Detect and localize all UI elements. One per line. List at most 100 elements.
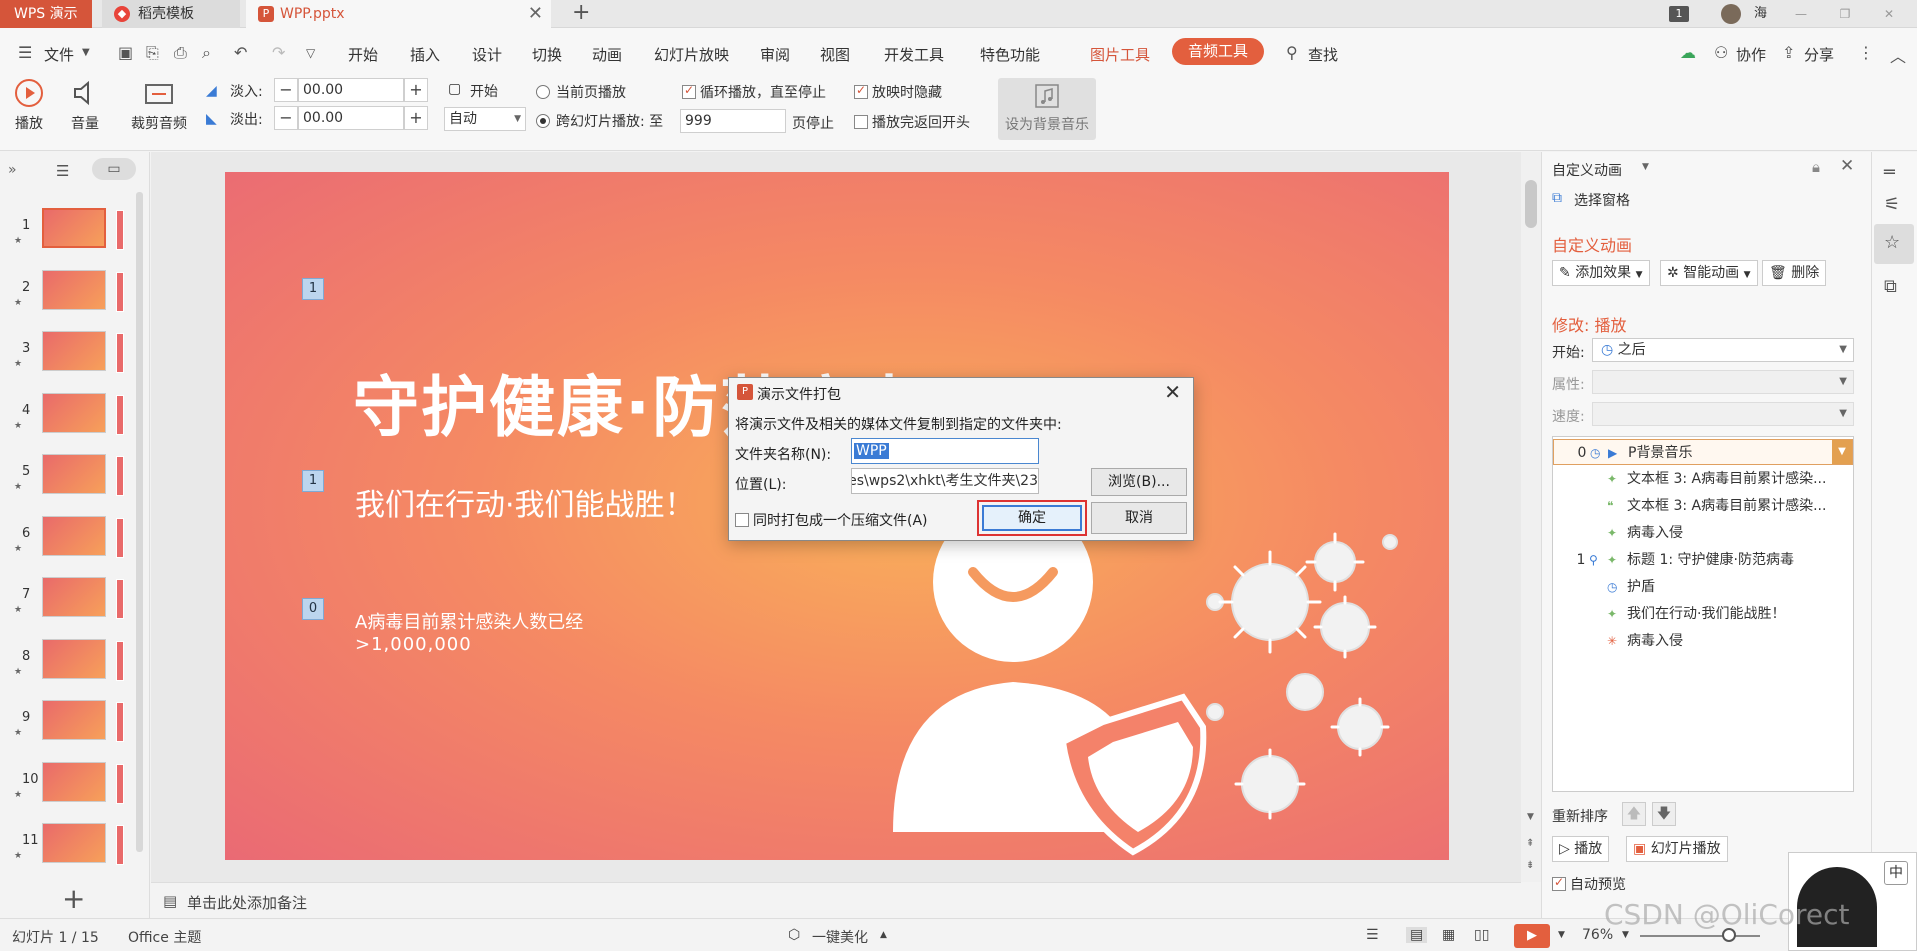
stop-page-input[interactable]: 999	[680, 109, 786, 133]
slide-thumbnail[interactable]	[42, 638, 106, 679]
slide-thumbnail-row[interactable]: 5 ★	[0, 448, 150, 508]
animation-list-item[interactable]: ❝ 文本框 3: A病毒目前累计感染...	[1553, 493, 1853, 519]
slide-thumbnail-row[interactable]: 6 ★	[0, 510, 150, 570]
notes-area[interactable]: ▤ 单击此处添加备注	[151, 882, 1521, 918]
pane-header-title[interactable]: 自定义动画	[1552, 160, 1622, 180]
loop-until-stopped-checkbox[interactable]: 循环播放，直至停止	[682, 82, 826, 102]
normal-view-icon[interactable]: ▤	[1406, 927, 1428, 943]
animation-order-tag[interactable]: 1	[302, 470, 324, 492]
share-button[interactable]: 分享	[1804, 44, 1834, 65]
thumbnail-scrollbar[interactable]	[136, 192, 143, 852]
fade-in-increment[interactable]: +	[404, 78, 428, 102]
minimize-icon[interactable]: —	[1781, 0, 1821, 28]
slide-thumbnail[interactable]	[42, 208, 106, 248]
fade-out-decrement[interactable]: −	[274, 106, 298, 130]
add-slide-icon[interactable]: +	[62, 882, 85, 915]
animation-list-item[interactable]: ✦ 文本框 3: A病毒目前累计感染...	[1553, 466, 1853, 492]
expand-panel-icon[interactable]: »	[8, 162, 17, 178]
zoom-slider[interactable]	[1640, 935, 1760, 937]
menu-transitions[interactable]: 切换	[532, 44, 562, 65]
slideshow-button[interactable]: ▣ 幻灯片播放	[1626, 836, 1728, 862]
menu-picture-tools[interactable]: 图片工具	[1090, 44, 1150, 65]
print-preview-icon[interactable]: ⌕	[202, 43, 211, 63]
play-across-slides-radio[interactable]: 跨幻灯片播放: 至	[536, 111, 663, 131]
hamburger-menu-icon[interactable]: ☰	[18, 43, 32, 62]
cancel-button[interactable]: 取消	[1091, 502, 1187, 534]
animation-list-item[interactable]: 0 ◷ ▶ P背景音乐 ▼	[1553, 439, 1853, 465]
close-tab-icon[interactable]: ✕	[528, 0, 543, 28]
close-window-icon[interactable]: ✕	[1869, 0, 1909, 28]
auto-preview-checkbox[interactable]: 自动预览	[1552, 874, 1626, 894]
undo-icon[interactable]: ↶	[234, 43, 247, 62]
maximize-icon[interactable]: ❐	[1825, 0, 1865, 28]
outline-view-icon[interactable]: ☰	[56, 162, 69, 180]
menu-audio-tools[interactable]: 音频工具	[1172, 38, 1264, 65]
animation-list-item[interactable]: ✦ 病毒入侵	[1553, 520, 1853, 546]
menu-file[interactable]: 文件	[44, 44, 74, 65]
slide-sorter-icon[interactable]: ▦	[1442, 927, 1455, 943]
slide-thumbnail-row[interactable]: 9 ★	[0, 694, 150, 754]
new-tab-icon[interactable]: +	[572, 0, 590, 28]
tab-document[interactable]: P WPP.pptx ✕	[246, 0, 551, 28]
menu-view[interactable]: 视图	[820, 44, 850, 65]
slide-thumbnail-row[interactable]: 2 ★	[0, 264, 150, 324]
zip-option-checkbox[interactable]: 同时打包成一个压缩文件(A)	[735, 510, 928, 530]
slide-thumbnail[interactable]	[42, 269, 106, 310]
export-icon[interactable]: ⎘	[146, 43, 159, 63]
slide-thumbnail-row[interactable]: 10 ★	[0, 756, 150, 816]
transition-icon[interactable]: ⧉	[1884, 276, 1897, 297]
user-name[interactable]: 海	[1754, 0, 1767, 28]
close-pane-icon[interactable]: ✕	[1840, 156, 1854, 176]
next-slide-icon[interactable]: ⇟	[1526, 860, 1534, 871]
move-down-icon[interactable]: 🡇	[1652, 802, 1676, 826]
chevron-down-icon[interactable]: ▼	[82, 47, 90, 58]
set-background-music-button[interactable]: 设为背景音乐	[998, 78, 1096, 140]
canvas-vertical-scrollbar[interactable]: ▼ ⇞ ⇟	[1521, 152, 1541, 882]
slide-thumbnail-row[interactable]: 3 ★	[0, 325, 150, 385]
tab-template[interactable]: ◆ 稻壳模板	[102, 0, 240, 28]
slide-thumbnail-row[interactable]: 11 ★	[0, 817, 150, 877]
animation-list-item[interactable]: 1 ⚲ ✦ 标题 1: 守护健康·防范病毒	[1553, 547, 1853, 573]
trim-audio-button[interactable]: 裁剪音频	[126, 77, 192, 133]
slide-thumbnail[interactable]	[42, 392, 106, 433]
redo-icon[interactable]: ↷	[272, 43, 285, 62]
chevron-up-icon[interactable]: ▲	[880, 930, 887, 940]
add-effect-button[interactable]: ✎ 添加效果 ▼	[1552, 260, 1650, 286]
menu-special-features[interactable]: 特色功能	[980, 44, 1040, 65]
slide-thumbnail[interactable]	[42, 700, 106, 740]
animation-list[interactable]: 0 ◷ ▶ P背景音乐 ▼ ✦ 文本框 3: A病毒目前累计感染... ❝ 文本框 3: A病毒…	[1552, 436, 1854, 792]
slide-thumbnail-row[interactable]: 8 ★	[0, 633, 150, 693]
folder-name-input[interactable]: WPP	[851, 438, 1039, 464]
notes-placeholder[interactable]: 单击此处添加备注	[187, 892, 307, 913]
tab-wps-presentation[interactable]: WPS 演示	[0, 0, 92, 28]
search-button[interactable]: 查找	[1308, 44, 1338, 65]
window-count-badge[interactable]: 1	[1669, 6, 1689, 22]
beautify-button[interactable]: 一键美化	[812, 927, 868, 947]
animation-order-tag[interactable]: 0	[302, 598, 324, 620]
animation-star-icon[interactable]: ☆	[1884, 232, 1900, 253]
ok-button[interactable]: 确定	[982, 505, 1082, 531]
slide-subtitle[interactable]: 我们在行动·我们能战胜！	[355, 480, 695, 524]
fade-in-decrement[interactable]: −	[274, 78, 298, 102]
more-options-icon[interactable]: ⋮	[1858, 43, 1874, 62]
slide-thumbnail-row[interactable]: 7 ★	[0, 571, 150, 631]
play-audio-button[interactable]: 播放	[10, 77, 48, 133]
chevron-down-icon[interactable]: ▼	[1622, 930, 1629, 940]
animation-list-item[interactable]: ✦ 我们在行动·我们能战胜！	[1553, 601, 1853, 627]
menu-insert[interactable]: 插入	[410, 44, 440, 65]
slideshow-play-button[interactable]: ▶	[1514, 924, 1550, 948]
slide-thumbnail[interactable]	[42, 515, 106, 556]
fade-out-increment[interactable]: +	[404, 106, 428, 130]
previous-slide-icon[interactable]: ⇞	[1526, 838, 1534, 849]
ime-mode-indicator[interactable]: 中	[1884, 861, 1908, 885]
slide-thumbnail[interactable]	[42, 331, 106, 371]
animation-list-item[interactable]: ◷ 护盾	[1553, 574, 1853, 600]
print-icon[interactable]: ⎙	[174, 43, 187, 63]
theme-name[interactable]: Office 主题	[128, 927, 201, 947]
hide-when-playing-checkbox[interactable]: 放映时隐藏	[854, 82, 942, 102]
speed-select[interactable]: ▼	[1592, 402, 1854, 426]
reading-view-icon[interactable]: ▯▯	[1474, 927, 1489, 943]
thumbnail-view-toggle[interactable]: ▭	[92, 158, 136, 180]
location-input[interactable]: n Files\wps2\xhkt\考生文件夹\23	[851, 468, 1039, 494]
notes-toggle-icon[interactable]: ☰	[1366, 927, 1379, 943]
